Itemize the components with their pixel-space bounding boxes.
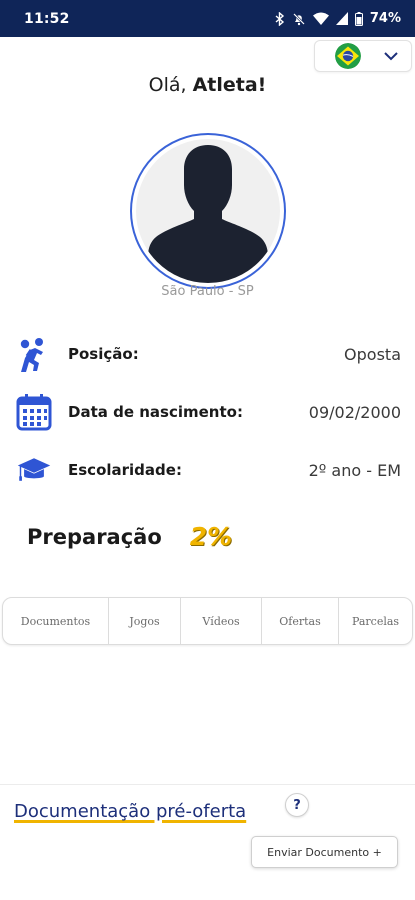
documents-title: Documentação pré-oferta [14,801,247,822]
calendar-icon [16,394,52,431]
avatar-background [136,139,280,283]
greeting-prefix: Olá, [148,74,187,96]
greeting-name: Atleta! [192,74,267,96]
person-silhouette-icon [148,145,268,283]
mute-icon [293,12,305,25]
info-row-education: Escolaridade: 2º ano - EM [16,450,401,490]
location-label: São Paulo - SP [161,284,254,299]
tab-jogos[interactable]: Jogos [109,598,181,644]
status-icons: 74% [275,11,401,26]
education-value: 2º ano - EM [308,460,401,480]
status-time: 11:52 [24,10,70,27]
position-value: Oposta [344,344,401,364]
battery-percent: 74% [369,11,401,26]
status-bar: 11:52 74% [0,0,415,37]
profile-tabs: Documentos Jogos Vídeos Ofertas Parcelas [2,597,413,645]
info-row-birthdate: Data de nascimento: 09/02/2000 [16,392,401,432]
position-label: Posição: [68,345,139,363]
language-selector[interactable] [314,40,412,72]
avatar[interactable] [130,133,286,289]
battery-icon [354,11,363,26]
brazil-flag-icon [335,43,361,69]
graduation-cap-icon [16,452,52,488]
education-label: Escolaridade: [68,461,182,479]
section-divider [0,784,415,785]
help-button[interactable]: ? [285,793,309,817]
tab-ofertas[interactable]: Ofertas [262,598,339,644]
signal-icon [335,12,348,25]
info-row-position: Posição: Oposta [16,334,401,374]
preparation-section: Preparação 2% [27,522,232,551]
bluetooth-icon [275,11,284,26]
send-document-button[interactable]: Enviar Documento + [251,836,398,868]
tab-parcelas[interactable]: Parcelas [339,598,412,644]
birthdate-value: 09/02/2000 [308,402,401,422]
chevron-down-icon [384,52,398,61]
greeting: Olá, Atleta! [0,74,415,96]
tab-videos[interactable]: Vídeos [181,598,262,644]
preparation-value: 2% [189,522,233,551]
tab-documentos[interactable]: Documentos [3,598,109,644]
wifi-icon [312,12,329,25]
volleyball-player-icon [16,336,52,372]
birthdate-label: Data de nascimento: [68,403,243,421]
preparation-label: Preparação [27,524,162,549]
